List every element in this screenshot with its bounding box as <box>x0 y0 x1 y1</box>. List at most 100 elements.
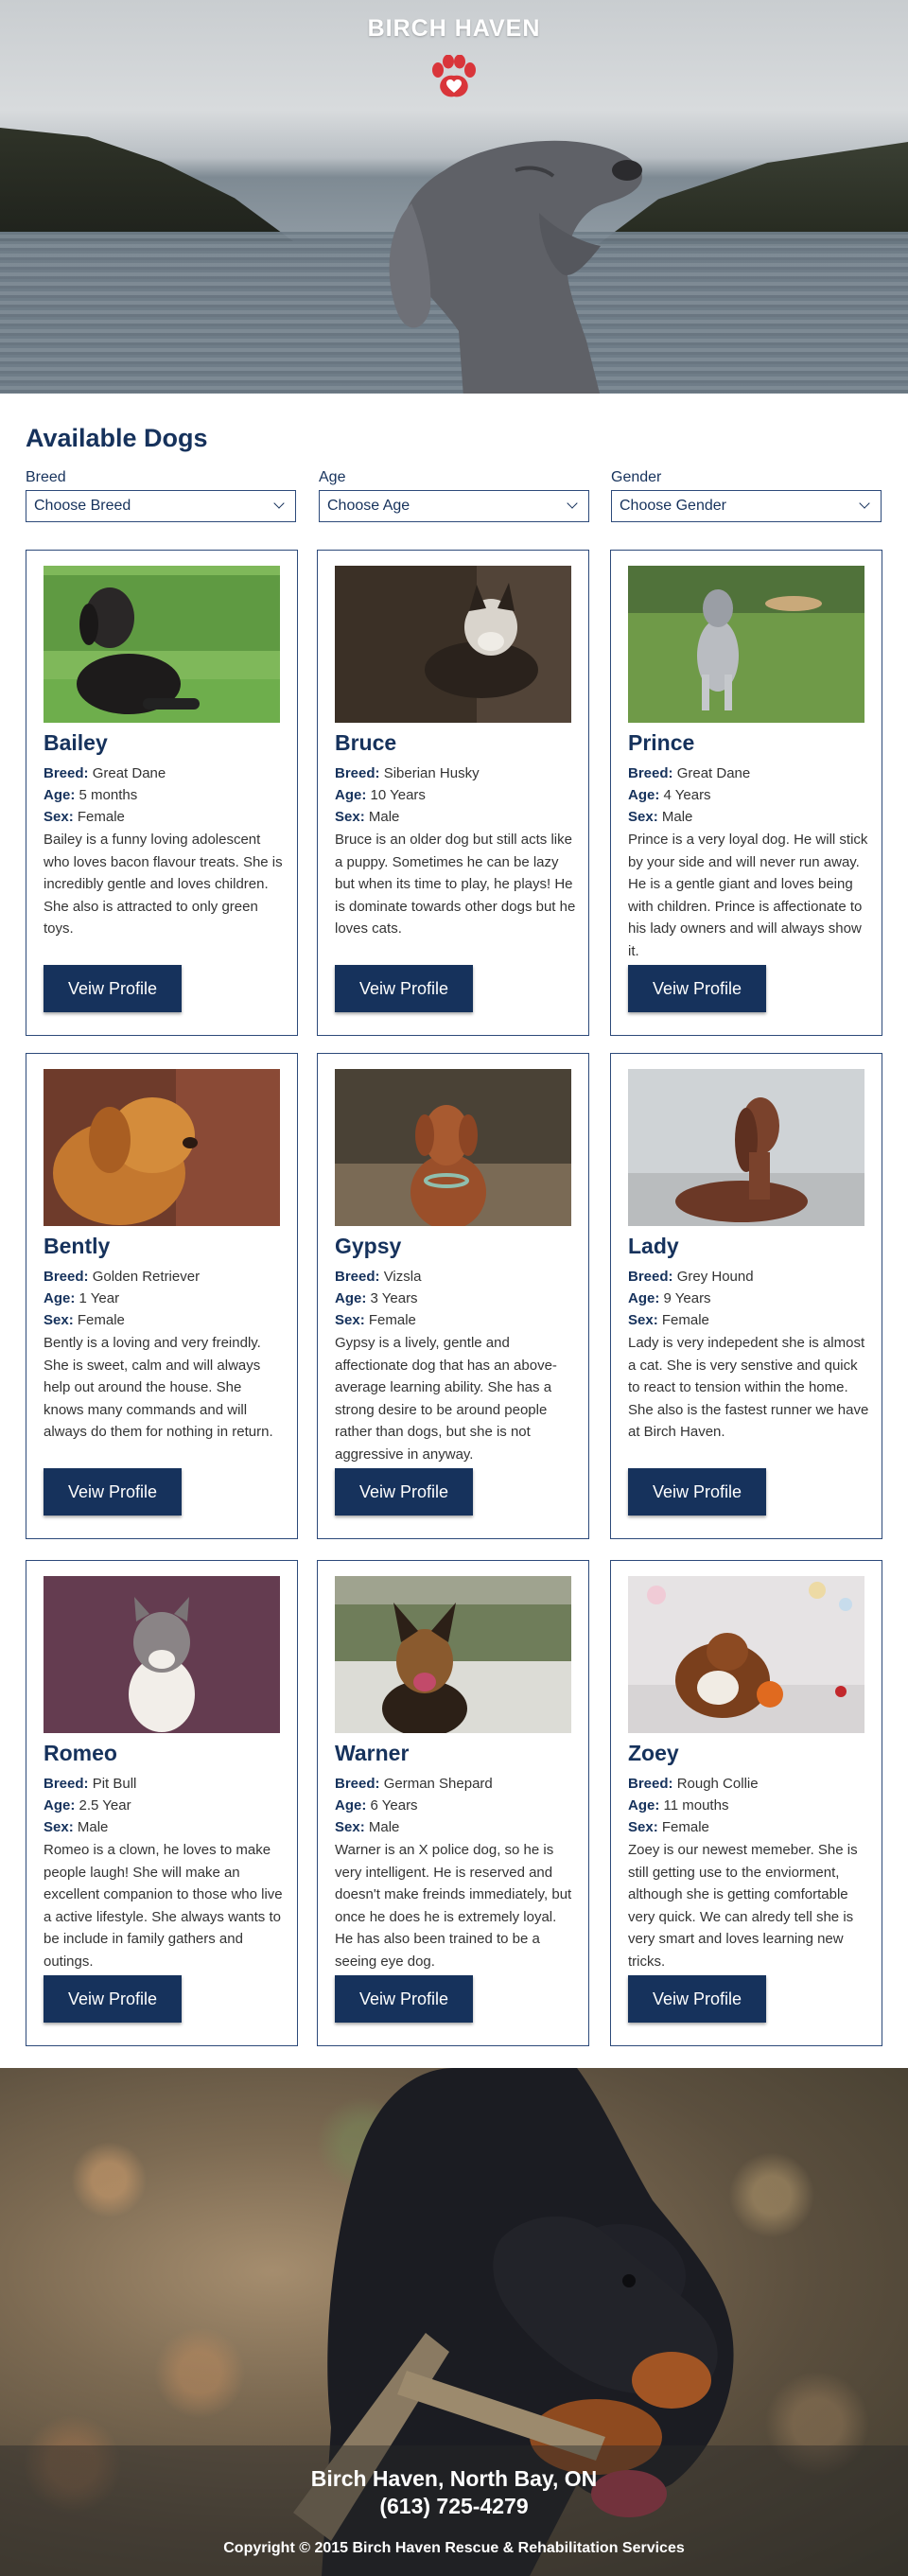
dog-facts: Breed: Golden Retriever Age: 1 Year Sex:… <box>44 1266 286 1331</box>
view-profile-button[interactable]: Veiw Profile <box>628 1468 766 1516</box>
dog-description: Prince is a very loyal dog. He will stic… <box>628 832 868 959</box>
dog-photo-bailey <box>44 566 280 723</box>
age-label: Age: <box>335 787 367 803</box>
sex-label: Sex: <box>335 1819 365 1835</box>
dog-name: Bailey <box>44 730 108 755</box>
view-profile-button[interactable]: Veiw Profile <box>628 965 766 1012</box>
dog-photo-bently <box>44 1069 280 1226</box>
dog-name: Zoey <box>628 1741 679 1765</box>
breed-label: Breed: <box>335 765 380 781</box>
gender-filter: Gender Choose Gender <box>611 469 882 522</box>
dog-card-zoey: Zoey Breed: Rough Collie Age: 11 mouths … <box>610 1560 882 2046</box>
breed-label: Breed: <box>335 1269 380 1285</box>
gender-select-value: Choose Gender <box>620 498 726 514</box>
dog-description: Bruce is an older dog but still acts lik… <box>335 832 576 937</box>
dog-sex: Female <box>77 1312 125 1328</box>
dog-sex: Male <box>77 1819 109 1835</box>
dog-age: 2.5 Year <box>79 1797 131 1814</box>
site-title: BIRCH HAVEN <box>367 15 541 42</box>
sex-label: Sex: <box>335 809 365 825</box>
dog-facts: Breed: Great Dane Age: 4 Years Sex: Male <box>628 762 870 828</box>
dog-age: 9 Years <box>663 1290 711 1306</box>
dog-description: Lady is very indepedent she is almost a … <box>628 1335 869 1440</box>
dog-photo-lady <box>628 1069 864 1226</box>
dog-card-warner: Warner Breed: German Shepard Age: 6 Year… <box>317 1560 589 2046</box>
dog-facts: Breed: German Shepard Age: 6 Years Sex: … <box>335 1773 577 1838</box>
view-profile-button[interactable]: Veiw Profile <box>335 1468 473 1516</box>
dog-name: Romeo <box>44 1741 117 1765</box>
breed-select-value: Choose Breed <box>34 498 131 514</box>
dog-age: 4 Years <box>663 787 711 803</box>
age-label: Age: <box>628 787 660 803</box>
breed-label: Breed: <box>628 1269 673 1285</box>
view-profile-button[interactable]: Veiw Profile <box>44 1468 182 1516</box>
available-dogs-heading: Available Dogs <box>26 424 208 452</box>
dog-description: Bailey is a funny loving adolescent who … <box>44 832 283 937</box>
age-filter-label: Age <box>319 469 346 485</box>
dog-sex: Male <box>661 809 693 825</box>
breed-label: Breed: <box>628 1776 673 1792</box>
dog-name: Lady <box>628 1234 679 1258</box>
age-label: Age: <box>628 1290 660 1306</box>
age-label: Age: <box>44 787 76 803</box>
dog-breed: Golden Retriever <box>92 1269 201 1285</box>
dog-description: Warner is an X police dog, so he is very… <box>335 1842 572 1970</box>
dog-photo-bruce <box>335 566 571 723</box>
dog-description: Zoey is our newest memeber. She is still… <box>628 1842 858 1970</box>
sex-label: Sex: <box>628 1819 658 1835</box>
view-profile-button[interactable]: Veiw Profile <box>335 1975 473 2023</box>
dog-facts: Breed: Pit Bull Age: 2.5 Year Sex: Male <box>44 1773 286 1838</box>
dog-breed: Great Dane <box>676 765 751 781</box>
dog-card-lady: Lady Breed: Grey Hound Age: 9 Years Sex:… <box>610 1053 882 1539</box>
dog-facts: Breed: Siberian Husky Age: 10 Years Sex:… <box>335 762 577 828</box>
dog-card-bently: Bently Breed: Golden Retriever Age: 1 Ye… <box>26 1053 298 1539</box>
dog-card-prince: Prince Breed: Great Dane Age: 4 Years Se… <box>610 550 882 1036</box>
dog-description: Romeo is a clown, he loves to make peopl… <box>44 1842 283 1970</box>
dog-sex: Female <box>661 1819 709 1835</box>
age-select[interactable]: Choose Age <box>319 490 589 522</box>
dog-photo-romeo <box>44 1576 280 1733</box>
age-label: Age: <box>335 1797 367 1814</box>
dog-breed: Vizsla <box>383 1269 422 1285</box>
dog-card-bailey: Bailey Breed: Great Dane Age: 5 months S… <box>26 550 298 1036</box>
dog-breed: Great Dane <box>92 765 166 781</box>
dog-name: Prince <box>628 730 695 755</box>
view-profile-button[interactable]: Veiw Profile <box>44 965 182 1012</box>
sex-label: Sex: <box>44 809 74 825</box>
dog-facts: Breed: Grey Hound Age: 9 Years Sex: Fema… <box>628 1266 870 1331</box>
dog-breed: German Shepard <box>383 1776 493 1792</box>
dog-card-bruce: Bruce Breed: Siberian Husky Age: 10 Year… <box>317 550 589 1036</box>
breed-select[interactable]: Choose Breed <box>26 490 296 522</box>
breed-filter: Breed Choose Breed <box>26 469 296 522</box>
dog-description: Bently is a loving and very freindly. Sh… <box>44 1335 273 1440</box>
dog-age: 11 mouths <box>663 1797 729 1814</box>
hero-dog-image <box>389 140 642 394</box>
dog-sex: Male <box>368 809 400 825</box>
breed-label: Breed: <box>44 765 89 781</box>
dog-age: 3 Years <box>370 1290 418 1306</box>
sex-label: Sex: <box>44 1819 74 1835</box>
footer-location: Birch Haven, North Bay, ON <box>310 2466 598 2491</box>
dog-name: Warner <box>335 1741 410 1765</box>
age-label: Age: <box>44 1290 76 1306</box>
dog-name: Bently <box>44 1234 111 1258</box>
dog-facts: Breed: Great Dane Age: 5 months Sex: Fem… <box>44 762 286 828</box>
hero-forest-left <box>0 128 293 241</box>
view-profile-button[interactable]: Veiw Profile <box>335 965 473 1012</box>
gender-select[interactable]: Choose Gender <box>611 490 882 522</box>
dog-breed: Pit Bull <box>92 1776 137 1792</box>
footer-phone: (613) 725-4279 <box>379 2494 529 2518</box>
view-profile-button[interactable]: Veiw Profile <box>44 1975 182 2023</box>
dog-sex: Female <box>368 1312 416 1328</box>
chevron-down-icon <box>568 501 577 511</box>
dog-age: 1 Year <box>79 1290 120 1306</box>
dog-facts: Breed: Vizsla Age: 3 Years Sex: Female <box>335 1266 577 1331</box>
age-label: Age: <box>335 1290 367 1306</box>
dog-description: Gypsy is a lively, gentle and affectiona… <box>335 1335 557 1463</box>
dog-card-romeo: Romeo Breed: Pit Bull Age: 2.5 Year Sex:… <box>26 1560 298 2046</box>
dog-breed: Siberian Husky <box>383 765 480 781</box>
dog-sex: Female <box>661 1312 709 1328</box>
dog-photo-zoey <box>628 1576 864 1733</box>
dog-breed: Grey Hound <box>676 1269 754 1285</box>
view-profile-button[interactable]: Veiw Profile <box>628 1975 766 2023</box>
